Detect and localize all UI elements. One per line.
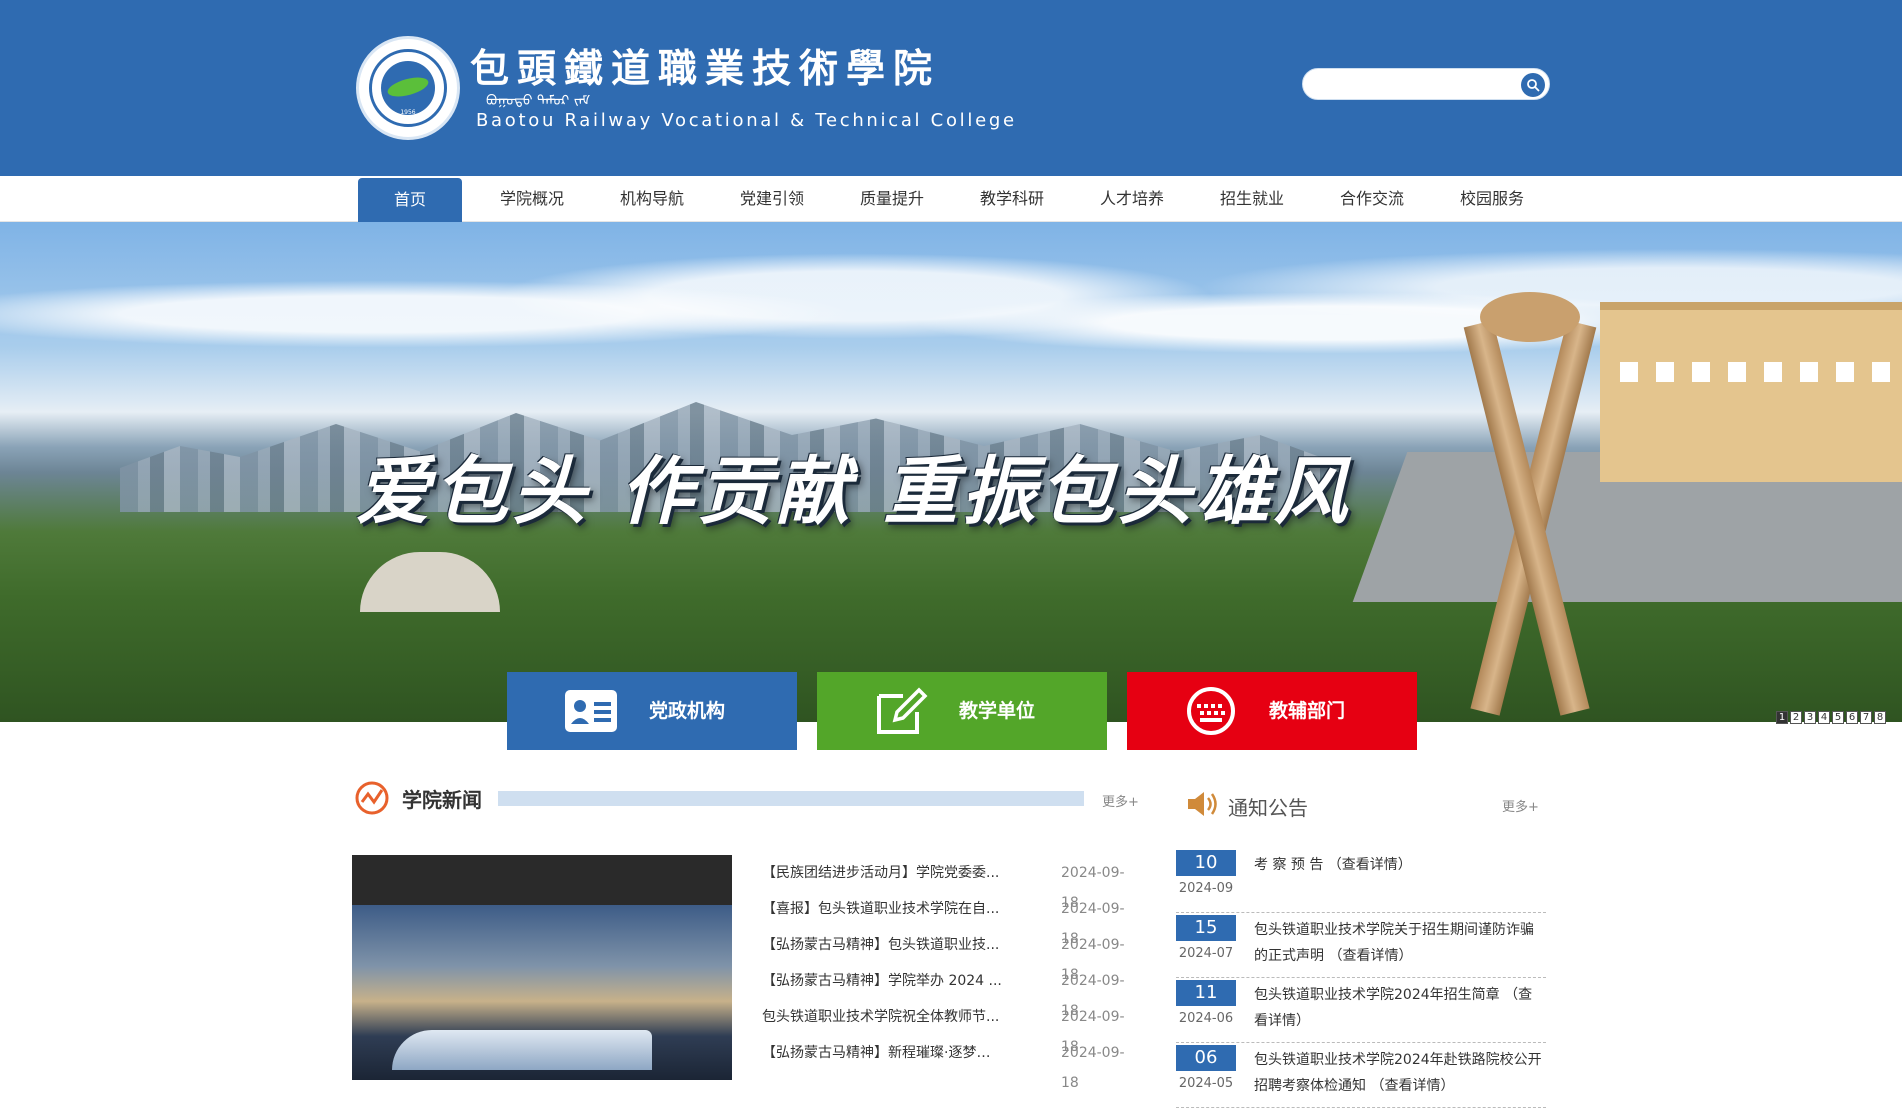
quick-link-party-admin[interactable]: 党政机构 (507, 672, 797, 750)
nav-item-quality[interactable]: 质量提升 (840, 176, 944, 222)
banner-dot[interactable]: 2 (1790, 711, 1802, 724)
notice-day: 11 (1176, 980, 1236, 1006)
notice-item[interactable]: 15 2024-07 包头铁道职业技术学院关于招生期间谨防诈骗的正式声明 （查看… (1176, 913, 1546, 978)
news-item[interactable]: 【弘扬蒙古马精神】学院举办 2024 ... 2024-09-18 (762, 966, 1142, 1019)
news-title-bar (498, 791, 1084, 806)
news-feature-image[interactable] (352, 855, 732, 1080)
notice-text[interactable]: 考 察 预 告 （查看详情） (1254, 852, 1546, 878)
nav-item-about[interactable]: 学院概况 (480, 176, 584, 222)
notice-more-link[interactable]: 更多+ (1502, 796, 1539, 815)
edit-icon (877, 687, 928, 734)
notice-day: 15 (1176, 915, 1236, 941)
college-logo-seal[interactable]: 1956 (356, 36, 460, 140)
notice-month: 2024-07 (1178, 946, 1234, 961)
nav-item-campus-service[interactable]: 校园服务 (1440, 176, 1544, 222)
speaker-icon (1188, 792, 1217, 816)
banner-dot[interactable]: 4 (1818, 711, 1830, 724)
news-item-date: 2024-09-18 (1061, 1045, 1125, 1091)
college-name-english: Baotou Railway Vocational & Technical Co… (476, 110, 1017, 131)
nav-item-talent[interactable]: 人才培养 (1080, 176, 1184, 222)
site-header: 1956 包頭鐵道職業技術學院 ᠪᠤᠭᠤᠲᠤ ᠲᠡᠮᠦᠷ ᠵᠠᠮ Baotou … (0, 0, 1902, 176)
notice-month: 2024-05 (1178, 1076, 1234, 1091)
news-item[interactable]: 包头铁道职业技术学院祝全体教师节... 2024-09-18 (762, 1002, 1142, 1055)
nav-item-home[interactable]: 首页 (358, 178, 462, 222)
notice-list: 10 2024-09 考 察 预 告 （查看详情） 15 2024-07 包头铁… (1176, 848, 1546, 1108)
nav-item-admissions[interactable]: 招生就业 (1200, 176, 1304, 222)
news-item-title[interactable]: 【喜报】包头铁道职业技术学院在自... (762, 894, 1002, 924)
notice-day: 10 (1176, 850, 1236, 876)
notice-month: 2024-09 (1178, 881, 1234, 896)
banner-dot[interactable]: 3 (1804, 711, 1816, 724)
news-item-title[interactable]: 【民族团结进步活动月】学院党委委... (762, 858, 1002, 888)
nav-item-teaching[interactable]: 教学科研 (960, 176, 1064, 222)
nav-item-cooperation[interactable]: 合作交流 (1320, 176, 1424, 222)
news-more-link[interactable]: 更多+ (1102, 791, 1139, 810)
quick-link-label: 教辅部门 (1269, 700, 1346, 722)
news-item-title[interactable]: 【弘扬蒙古马精神】包头铁道职业技... (762, 930, 1002, 960)
trend-icon (355, 781, 389, 815)
college-name-mongolian: ᠪᠤᠭᠤᠲᠤ ᠲᠡᠮᠦᠷ ᠵᠠᠮ (486, 93, 591, 109)
banner-dot[interactable]: 6 (1846, 711, 1858, 724)
quick-link-teaching-units[interactable]: 教学单位 (817, 672, 1107, 750)
banner-building (1600, 302, 1902, 482)
notice-section-title: 通知公告 (1228, 796, 1308, 820)
banner-pagination: 12345678 (1776, 705, 1888, 724)
keyboard-icon (1187, 687, 1235, 735)
news-item[interactable]: 【弘扬蒙古马精神】新程璀璨·逐梦芳... 2024-09-18 (762, 1038, 1142, 1091)
search-icon (1527, 79, 1540, 92)
banner-dot[interactable]: 5 (1832, 711, 1844, 724)
banner-building-windows (1620, 362, 1902, 382)
news-item[interactable]: 【弘扬蒙古马精神】包头铁道职业技... 2024-09-18 (762, 930, 1142, 983)
main-nav: 首页 学院概况 机构导航 党建引领 质量提升 教学科研 人才培养 招生就业 合作… (0, 176, 1902, 222)
notice-text[interactable]: 包头铁道职业技术学院关于招生期间谨防诈骗的正式声明 （查看详情） (1254, 917, 1546, 969)
banner-slogan: 爱包头 作贡献 重振包头雄风 (356, 449, 1352, 535)
notice-month: 2024-06 (1178, 1011, 1234, 1026)
news-item[interactable]: 【喜报】包头铁道职业技术学院在自... 2024-09-18 (762, 894, 1142, 947)
banner-dot[interactable]: 7 (1860, 711, 1872, 724)
notice-item[interactable]: 06 2024-05 包头铁道职业技术学院2024年赴铁路院校公开招聘考察体检通… (1176, 1043, 1546, 1108)
search-input[interactable] (1317, 74, 1513, 96)
notice-item[interactable]: 11 2024-06 包头铁道职业技术学院2024年招生简章 （查看详情） (1176, 978, 1546, 1043)
news-item-title[interactable]: 包头铁道职业技术学院祝全体教师节... (762, 1002, 1002, 1032)
news-item-title[interactable]: 【弘扬蒙古马精神】新程璀璨·逐梦芳... (762, 1038, 1002, 1068)
news-section-title: 学院新闻 (402, 788, 482, 812)
news-image-train (392, 1030, 652, 1070)
search-button[interactable] (1521, 73, 1545, 97)
news-list: 【民族团结进步活动月】学院党委委... 2024-09-18 【喜报】包头铁道职… (762, 858, 1142, 1091)
search-box (1302, 68, 1550, 100)
quick-link-label: 党政机构 (649, 700, 726, 722)
news-item[interactable]: 【民族团结进步活动月】学院党委委... 2024-09-18 (762, 858, 1142, 911)
hero-banner[interactable]: 爱包头 作贡献 重振包头雄风 (0, 222, 1902, 722)
banner-dome (360, 552, 500, 612)
banner-dot[interactable]: 1 (1776, 711, 1788, 724)
notice-item[interactable]: 10 2024-09 考 察 预 告 （查看详情） (1176, 848, 1546, 913)
logo-year: 1956 (400, 109, 416, 116)
notice-day: 06 (1176, 1045, 1236, 1071)
notice-text[interactable]: 包头铁道职业技术学院2024年招生简章 （查看详情） (1254, 982, 1546, 1034)
news-item-title[interactable]: 【弘扬蒙古马精神】学院举办 2024 ... (762, 966, 1002, 996)
nav-item-organizations[interactable]: 机构导航 (600, 176, 704, 222)
quick-link-support-departments[interactable]: 教辅部门 (1127, 672, 1417, 750)
nav-item-party[interactable]: 党建引领 (720, 176, 824, 222)
banner-statue-top (1480, 292, 1580, 342)
id-card-icon (565, 690, 617, 732)
notice-text[interactable]: 包头铁道职业技术学院2024年赴铁路院校公开招聘考察体检通知 （查看详情） (1254, 1047, 1546, 1099)
banner-dot[interactable]: 8 (1874, 711, 1886, 724)
quick-link-label: 教学单位 (959, 700, 1036, 722)
